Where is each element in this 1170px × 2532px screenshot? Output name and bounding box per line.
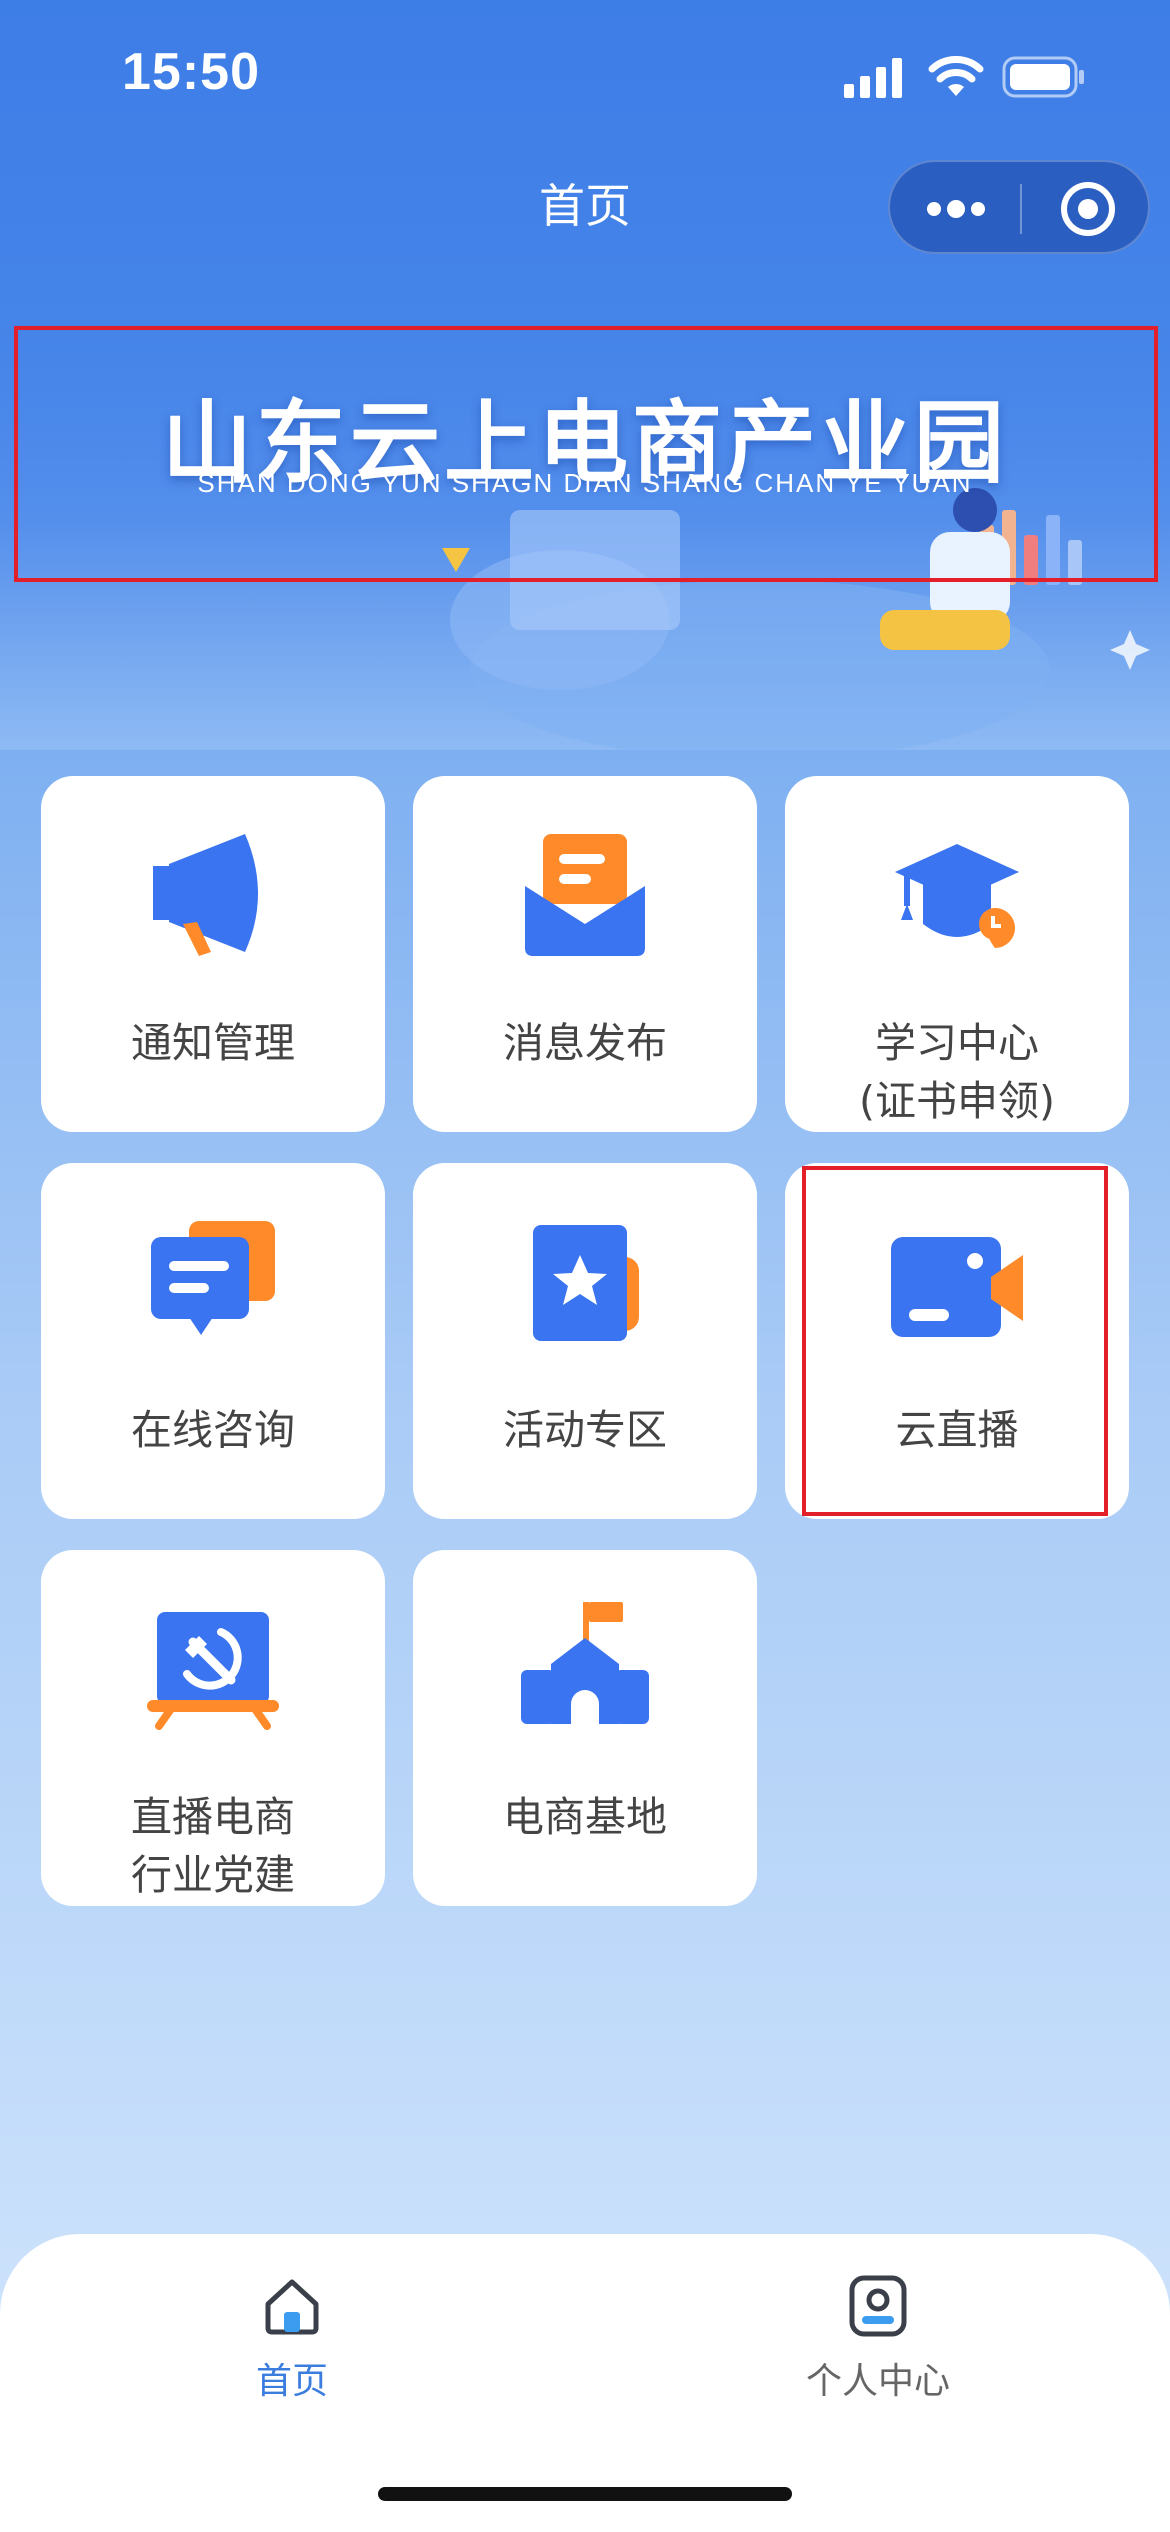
tile-notice-management[interactable]: 通知管理 — [41, 776, 385, 1132]
battery-icon — [1002, 56, 1084, 98]
tile-message-publish[interactable]: 消息发布 — [413, 776, 757, 1132]
tab-home[interactable]: 首页 — [172, 2274, 412, 2424]
tile-activity-zone[interactable]: 活动专区 — [413, 1163, 757, 1519]
user-card-icon — [849, 2275, 907, 2337]
envelope-icon — [525, 834, 645, 956]
tile-label: 在线咨询 — [131, 1406, 295, 1454]
tile-label: 消息发布 — [503, 1019, 667, 1067]
live-tile-highlight-box — [802, 1166, 1108, 1516]
tile-label: 电商基地 — [503, 1793, 667, 1841]
tab-personal-center[interactable]: 个人中心 — [758, 2274, 998, 2424]
close-miniprogram-icon[interactable] — [1058, 179, 1118, 239]
tile-label: 活动专区 — [503, 1406, 667, 1454]
phone-screen: 15:50 首页 山东云上电商产业园 SHAN DONG YUN SHAGN D… — [0, 0, 1170, 2532]
tile-learning-center[interactable]: 学习中心 (证书申领) — [785, 776, 1129, 1132]
more-options-icon[interactable] — [924, 192, 988, 226]
tab-label-home: 首页 — [255, 2361, 328, 2402]
banner-highlight-box — [14, 326, 1158, 582]
status-bar: 15:50 — [0, 0, 1170, 150]
wifi-icon — [928, 56, 984, 96]
signal-icon — [844, 58, 902, 98]
star-document-icon — [533, 1225, 639, 1341]
graduation-cap-icon — [895, 844, 1019, 948]
megaphone-icon — [153, 834, 258, 956]
home-indicator — [378, 2487, 792, 2501]
mini-program-capsule — [888, 160, 1150, 254]
tile-label: 直播电商 行业党建 — [131, 1793, 295, 1899]
tile-party-building[interactable]: 直播电商 行业党建 — [41, 1550, 385, 1906]
home-icon — [265, 2279, 319, 2335]
capsule-divider — [1020, 184, 1022, 234]
tile-ecommerce-base[interactable]: 电商基地 — [413, 1550, 757, 1906]
chat-bubbles-icon — [151, 1221, 275, 1335]
tile-online-consult[interactable]: 在线咨询 — [41, 1163, 385, 1519]
tile-label: 学习中心 (证书申领) — [859, 1019, 1055, 1125]
tab-label-personal-center: 个人中心 — [805, 2361, 950, 2402]
status-time: 15:50 — [122, 43, 260, 101]
tile-label: 通知管理 — [131, 1019, 295, 1067]
party-emblem-icon — [147, 1612, 279, 1730]
school-building-icon — [521, 1602, 649, 1724]
